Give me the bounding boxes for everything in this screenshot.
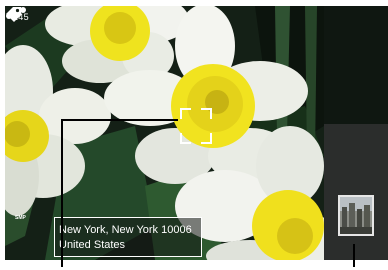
side-panel (324, 6, 388, 260)
location-line-city: New York, New York 10006 (59, 224, 192, 236)
tag-icon[interactable] (5, 6, 23, 22)
callout-line-thumbnail (353, 244, 355, 267)
viewfinder[interactable]: 245 SMP New York, New York 10006 United … (5, 6, 324, 260)
callout-line-focus-horizontal (62, 119, 178, 121)
focus-frame-icon[interactable] (180, 108, 212, 144)
callout-line-focus-vertical (61, 119, 63, 267)
smp-label: SMP (15, 215, 26, 221)
gallery-thumbnail-icon[interactable] (338, 195, 374, 236)
location-line-country: United States (59, 239, 126, 251)
location-tag: New York, New York 10006 United States (54, 217, 202, 257)
